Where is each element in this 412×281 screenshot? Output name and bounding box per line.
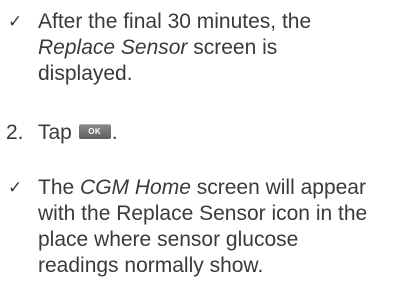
screen-name: CGM Home	[80, 176, 191, 199]
check-icon: ✓	[8, 12, 23, 31]
result-text: After the final 30 minutes, the Replace …	[38, 9, 410, 87]
text-line: readings normally show.	[38, 254, 264, 277]
text-line: Replace Sensor screen is	[38, 35, 410, 61]
text-line: place where sensor glucose	[38, 228, 299, 251]
step-text: Tap OK.	[38, 120, 410, 146]
text-line: with the Replace Sensor icon in the	[38, 202, 368, 225]
text-fragment: screen will appear	[190, 176, 366, 199]
ok-button: OK	[78, 123, 111, 139]
step-number: 2.	[6, 121, 24, 144]
text-line: displayed.	[38, 62, 133, 85]
text-fragment: Tap	[38, 121, 78, 144]
text-fragment: The	[38, 176, 81, 199]
text-fragment: screen is	[187, 36, 278, 59]
check-icon: ✓	[8, 178, 23, 197]
text-line: The CGM Home screen will appear	[38, 175, 410, 201]
screen-name: Replace Sensor	[38, 36, 188, 59]
text-line: After the final 30 minutes, the	[38, 10, 312, 33]
result-text: The CGM Home screen will appear with the…	[38, 175, 410, 279]
text-line: Tap OK.	[38, 120, 410, 146]
text-fragment: .	[111, 121, 118, 144]
